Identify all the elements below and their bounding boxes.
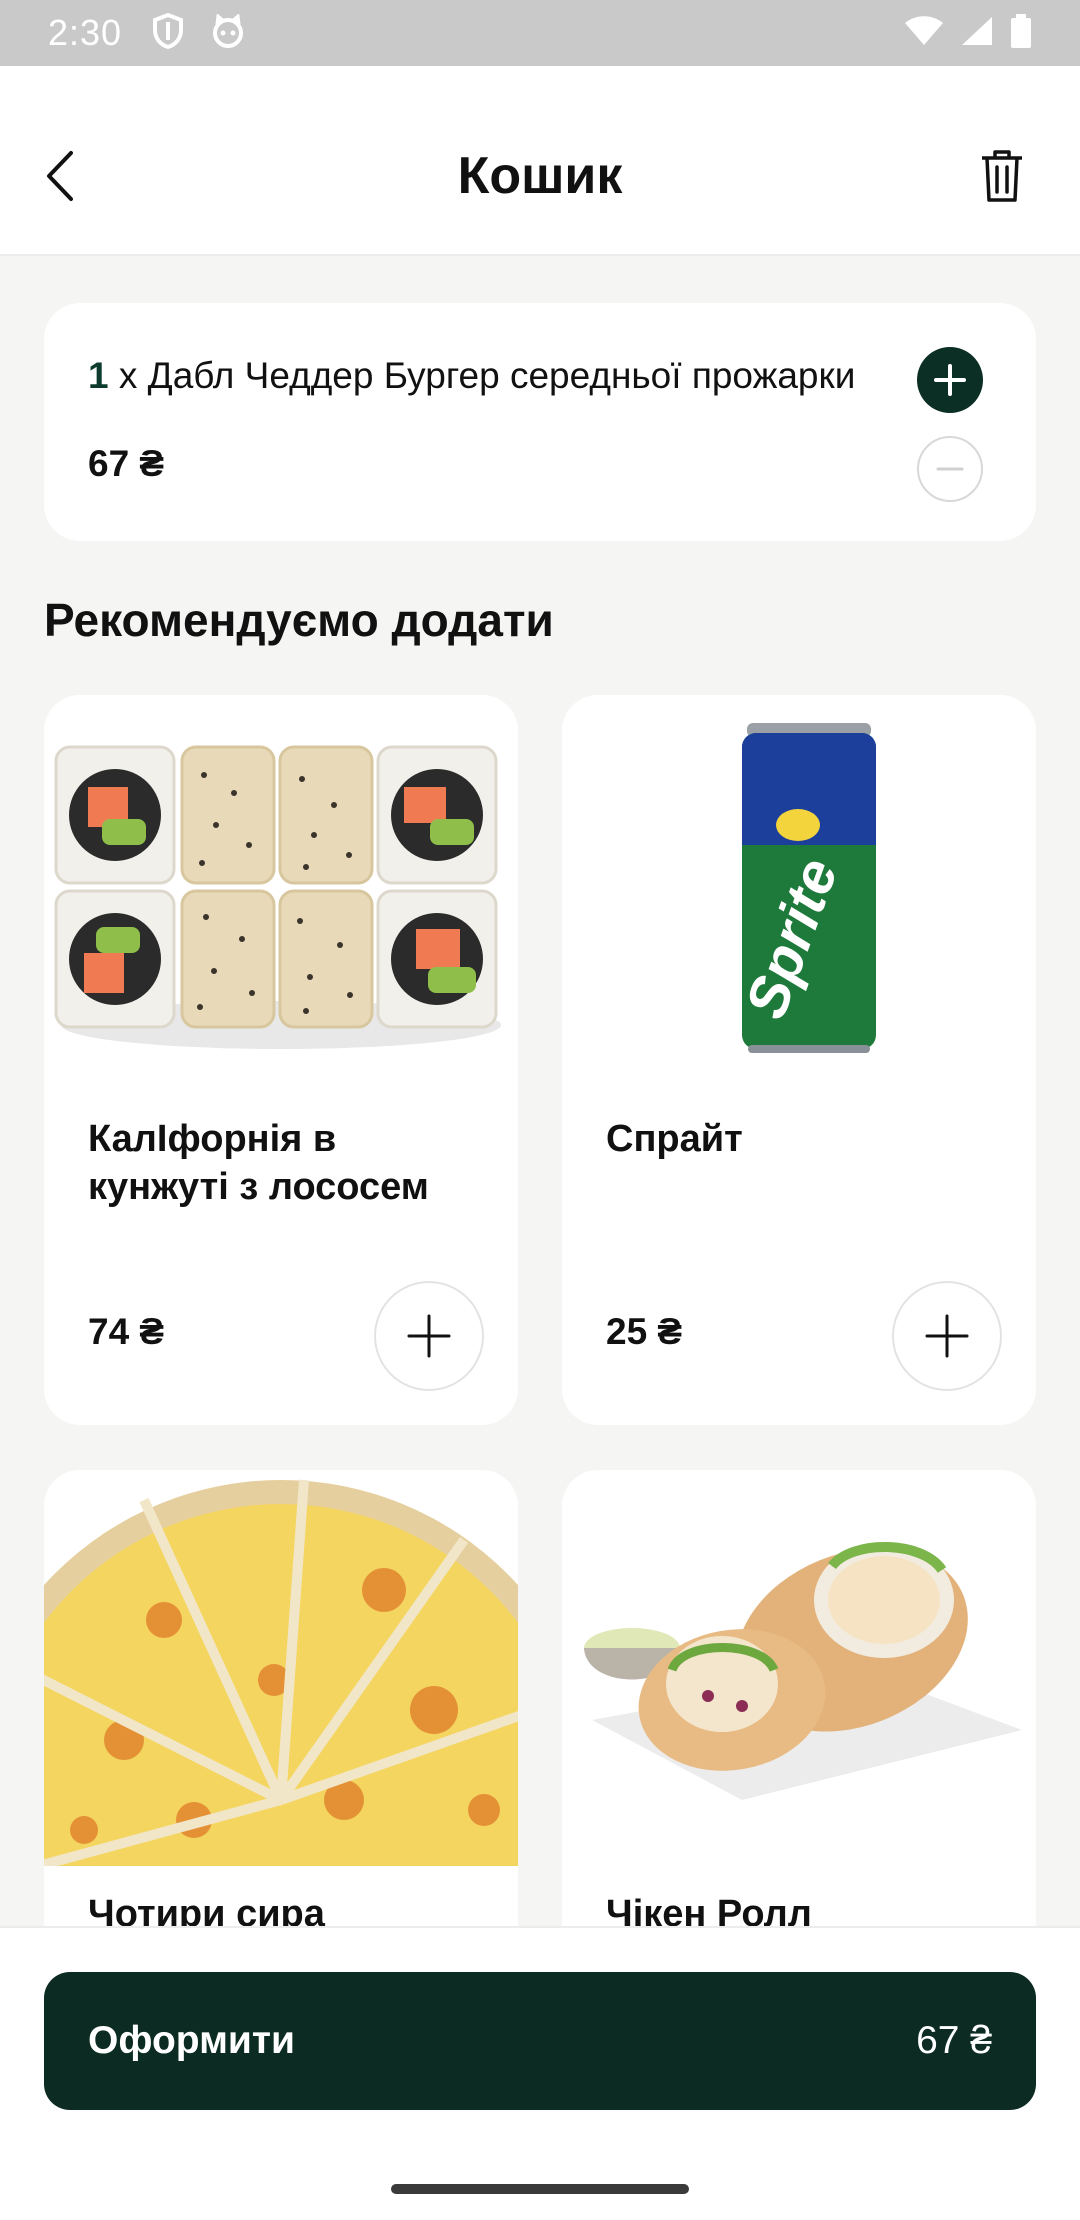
wifi-icon bbox=[904, 15, 944, 52]
product-name: КалІфорнія в кунжуті з лососем bbox=[88, 1118, 429, 1208]
status-bar: 2:30 bbox=[0, 0, 1080, 66]
checkout-bar: Оформити 67 ₴ bbox=[0, 1926, 1080, 2220]
cart-content[interactable]: 1 x Дабл Чеддер Бургер середньої прожарк… bbox=[0, 258, 1080, 1926]
page-title: Кошик bbox=[457, 147, 623, 205]
app-header: Кошик bbox=[0, 66, 1080, 256]
decrease-quantity-button[interactable] bbox=[917, 436, 983, 502]
product-name: Чікен Ролл bbox=[606, 1893, 812, 1926]
product-image-pizza bbox=[44, 1470, 518, 1926]
product-image-sushi bbox=[44, 695, 518, 1095]
checkout-label: Оформити bbox=[88, 2019, 295, 2062]
product-card[interactable]: Чікен Ролл bbox=[562, 1470, 1036, 1926]
clear-cart-button[interactable] bbox=[972, 146, 1032, 206]
increase-quantity-button[interactable] bbox=[917, 347, 983, 413]
recommendations-title: Рекомендуємо додати bbox=[44, 594, 554, 646]
cart-item-title: 1 x Дабл Чеддер Бургер середньої прожарк… bbox=[88, 355, 888, 397]
product-card[interactable]: Чотири сира bbox=[44, 1470, 518, 1926]
minus-icon bbox=[936, 467, 964, 471]
product-price: 74 ₴ bbox=[88, 1311, 165, 1352]
product-card[interactable]: КалІфорнія в кунжуті з лососем 74 ₴ bbox=[44, 695, 518, 1425]
product-card[interactable]: Sprite Спрайт 25 ₴ bbox=[562, 695, 1036, 1425]
add-to-cart-button[interactable] bbox=[374, 1281, 484, 1391]
cart-item-multiplier: x bbox=[108, 355, 148, 396]
product-image-chicken-wrap bbox=[562, 1470, 1036, 1866]
product-price: 25 ₴ bbox=[606, 1311, 683, 1352]
cart-item-price: 67 ₴ bbox=[88, 443, 165, 484]
plus-icon bbox=[934, 364, 966, 396]
product-name: Чотири сира bbox=[88, 1893, 325, 1926]
plus-icon bbox=[925, 1314, 969, 1358]
product-image-sprite: Sprite bbox=[562, 695, 1036, 1095]
cart-item-name: Дабл Чеддер Бургер середньої прожарки bbox=[147, 355, 856, 396]
trash-icon bbox=[982, 150, 1022, 202]
add-to-cart-button[interactable] bbox=[892, 1281, 1002, 1391]
battery-icon bbox=[1010, 13, 1032, 53]
plus-icon bbox=[407, 1314, 451, 1358]
shield-icon bbox=[152, 12, 184, 54]
signal-icon bbox=[960, 15, 994, 52]
checkout-button[interactable]: Оформити 67 ₴ bbox=[44, 1972, 1036, 2110]
product-name: Спрайт bbox=[606, 1118, 743, 1160]
home-indicator[interactable] bbox=[391, 2184, 689, 2194]
checkout-total: 67 ₴ bbox=[916, 2019, 992, 2062]
cart-item-card: 1 x Дабл Чеддер Бургер середньої прожарк… bbox=[44, 303, 1036, 541]
cat-icon bbox=[210, 12, 246, 53]
status-time: 2:30 bbox=[48, 12, 123, 53]
cart-item-quantity: 1 bbox=[88, 355, 109, 396]
